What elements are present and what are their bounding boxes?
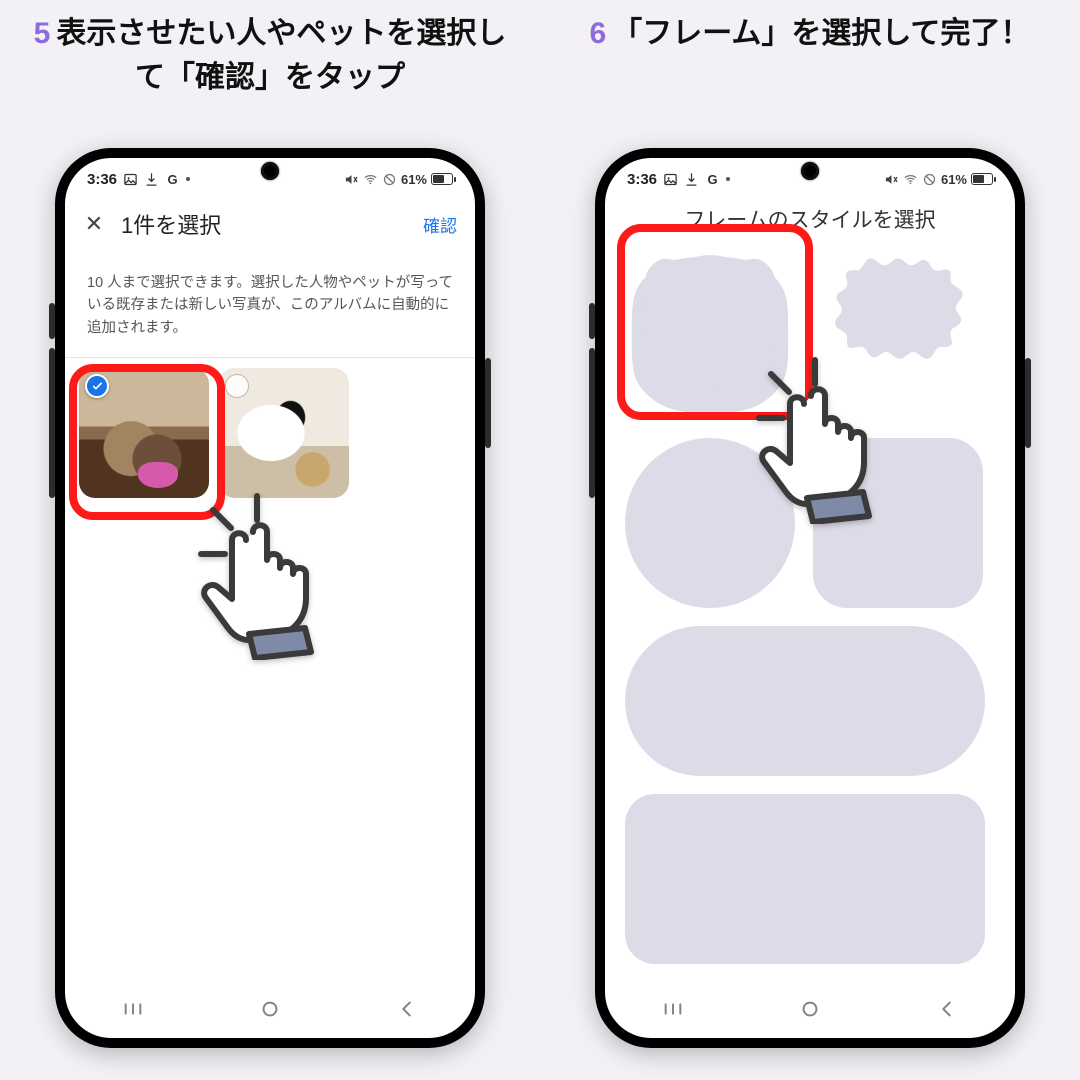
pet-thumbnail-1[interactable] bbox=[79, 368, 209, 498]
battery-percent: 61% bbox=[401, 172, 427, 187]
recents-button[interactable] bbox=[662, 998, 684, 1025]
phone-mockup-right: 3:36 G bbox=[595, 148, 1025, 1048]
pet-list bbox=[65, 358, 475, 508]
frame-option-squircle[interactable] bbox=[625, 250, 795, 420]
no-sim-icon bbox=[922, 172, 937, 187]
phone-volume-button bbox=[49, 348, 55, 498]
selection-description: 10 人まで選択できます。選択した人物やペットが写っている既存または新しい写真が… bbox=[65, 250, 475, 355]
android-nav-bar bbox=[65, 990, 475, 1038]
pet-thumbnail-2[interactable] bbox=[219, 368, 349, 498]
frame-style-grid bbox=[605, 240, 1015, 974]
more-dot-icon bbox=[726, 177, 730, 181]
status-time: 3:36 bbox=[627, 171, 657, 188]
phone-power-button bbox=[1025, 358, 1031, 448]
google-icon: G bbox=[165, 172, 180, 187]
step6-heading-text: 「フレーム」を選択して完了！ bbox=[612, 17, 1030, 50]
home-button[interactable] bbox=[799, 998, 821, 1025]
more-dot-icon bbox=[186, 177, 190, 181]
step5-number: 5 bbox=[34, 17, 51, 50]
selection-header: ✕ 1件を選択 確認 bbox=[65, 194, 475, 250]
step6-number: 6 bbox=[590, 17, 607, 50]
recents-button[interactable] bbox=[122, 998, 144, 1025]
selection-title: 1件を選択 bbox=[121, 208, 407, 240]
home-button[interactable] bbox=[259, 998, 281, 1025]
front-camera bbox=[801, 162, 819, 180]
step6-heading: 6「フレーム」を選択して完了！ bbox=[540, 0, 1080, 120]
phone-volume-button bbox=[589, 348, 595, 498]
battery-percent: 61% bbox=[941, 172, 967, 187]
close-button[interactable]: ✕ bbox=[83, 211, 105, 237]
phone-bixby-button bbox=[49, 303, 55, 339]
image-icon bbox=[123, 172, 138, 187]
screen-left: 3:36 G bbox=[65, 158, 475, 1038]
step5-heading: 5表示させたい人やペットを選択して「確認」をタップ bbox=[0, 0, 540, 120]
image-icon bbox=[663, 172, 678, 187]
download-icon bbox=[684, 172, 699, 187]
phone-bixby-button bbox=[589, 303, 595, 339]
phone-mockup-left: 3:36 G bbox=[55, 148, 485, 1048]
phone-power-button bbox=[485, 358, 491, 448]
google-icon: G bbox=[705, 172, 720, 187]
frame-style-title: フレームのスタイルを選択 bbox=[605, 194, 1015, 240]
back-button[interactable] bbox=[936, 998, 958, 1025]
download-icon bbox=[144, 172, 159, 187]
screen-right: 3:36 G bbox=[605, 158, 1015, 1038]
back-button[interactable] bbox=[396, 998, 418, 1025]
battery-icon bbox=[431, 173, 453, 185]
mute-icon bbox=[344, 172, 359, 187]
status-time: 3:36 bbox=[87, 171, 117, 188]
frame-option-pill[interactable] bbox=[625, 626, 985, 776]
frame-option-rounded-square[interactable] bbox=[813, 438, 983, 608]
wifi-icon bbox=[363, 172, 378, 187]
android-nav-bar bbox=[605, 990, 1015, 1038]
frame-option-circle[interactable] bbox=[625, 438, 795, 608]
wifi-icon bbox=[903, 172, 918, 187]
step5-heading-text: 表示させたい人やペットを選択して「確認」をタップ bbox=[56, 17, 506, 94]
frame-option-rounded-rect[interactable] bbox=[625, 794, 985, 964]
no-sim-icon bbox=[382, 172, 397, 187]
battery-icon bbox=[971, 173, 993, 185]
frame-option-seal[interactable] bbox=[813, 250, 983, 420]
mute-icon bbox=[884, 172, 899, 187]
confirm-button[interactable]: 確認 bbox=[423, 212, 457, 237]
front-camera bbox=[261, 162, 279, 180]
